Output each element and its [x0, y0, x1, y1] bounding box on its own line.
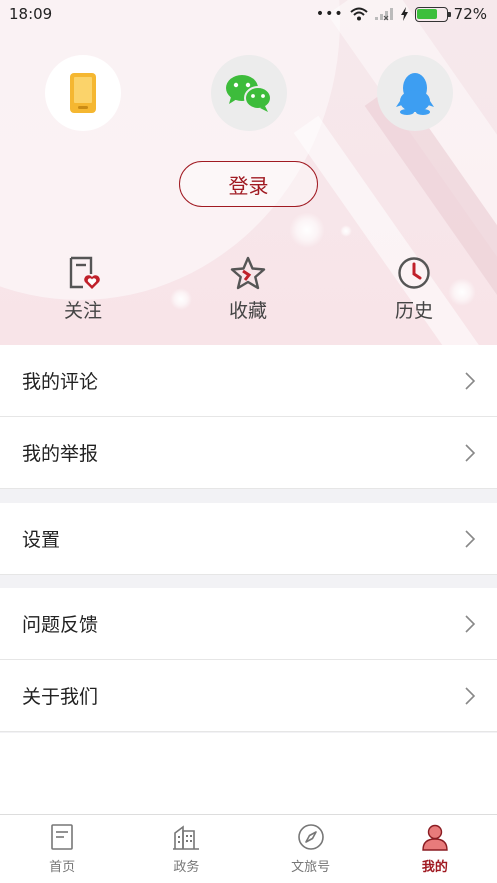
- menu-item-my-reports[interactable]: 我的举报: [0, 417, 497, 489]
- menu-item-label: 关于我们: [22, 686, 99, 708]
- sparkle-decoration: [170, 288, 192, 310]
- menu-group-about: 问题反馈 关于我们: [0, 588, 497, 732]
- menu-group-settings: 设置: [0, 503, 497, 575]
- quick-link-favorites[interactable]: 收藏: [198, 256, 298, 323]
- chevron-right-icon: [465, 529, 476, 548]
- chevron-right-icon: [465, 686, 476, 705]
- star-icon: [230, 256, 266, 290]
- menu-item-about-us[interactable]: 关于我们: [0, 660, 497, 732]
- qq-icon: [396, 73, 434, 115]
- building-icon: [173, 825, 200, 850]
- chevron-right-icon: [465, 443, 476, 462]
- login-button-label: 登录: [228, 173, 269, 198]
- battery-icon: [414, 6, 451, 22]
- qq-login-button[interactable]: [377, 55, 453, 131]
- menu-item-feedback[interactable]: 问题反馈: [0, 588, 497, 660]
- phone-login-button[interactable]: [45, 55, 121, 131]
- tab-label: 我的: [421, 860, 448, 875]
- tab-label: 首页: [49, 860, 76, 875]
- bottom-tab-bar: 首页 政务 文旅号 我的: [0, 814, 497, 883]
- charging-icon: [400, 7, 408, 21]
- sparkle-decoration: [340, 225, 352, 237]
- quick-link-follow[interactable]: 关注: [33, 256, 133, 323]
- document-icon: [51, 824, 73, 850]
- tab-home[interactable]: 首页: [0, 815, 124, 883]
- wifi-icon: [349, 7, 368, 21]
- compass-icon: [297, 824, 324, 850]
- menu-item-settings[interactable]: 设置: [0, 503, 497, 575]
- user-icon: [422, 824, 448, 851]
- status-time: 18:09: [9, 5, 53, 23]
- chevron-right-icon: [465, 614, 476, 633]
- tab-mine[interactable]: 我的: [373, 815, 497, 883]
- tab-label: 政务: [173, 860, 200, 875]
- wechat-login-button[interactable]: [211, 55, 287, 131]
- tab-government[interactable]: 政务: [124, 815, 248, 883]
- clock-icon: [398, 257, 430, 289]
- quick-link-history[interactable]: 历史: [364, 256, 464, 323]
- chevron-right-icon: [465, 371, 476, 390]
- content-background: [0, 733, 497, 815]
- wechat-icon: [226, 75, 272, 112]
- menu-group-user: 我的评论 我的举报: [0, 345, 497, 489]
- header-decoration: [0, 0, 340, 300]
- menu-item-label: 我的评论: [22, 371, 99, 393]
- tab-culture-tourism[interactable]: 文旅号: [249, 815, 373, 883]
- quick-link-label: 历史: [394, 300, 433, 322]
- quick-link-label: 关注: [63, 300, 102, 322]
- signal-icon: [374, 8, 393, 21]
- battery-percent: 72%: [453, 5, 487, 23]
- follow-icon: [69, 256, 100, 289]
- menu-item-label: 问题反馈: [22, 614, 99, 636]
- menu-item-my-comments[interactable]: 我的评论: [0, 345, 497, 417]
- login-button[interactable]: 登录: [179, 161, 318, 207]
- tab-label: 文旅号: [291, 860, 331, 875]
- more-dots-icon: •••: [315, 6, 344, 22]
- menu-item-label: 设置: [22, 529, 61, 551]
- status-bar: 18:09 ••• 72%: [0, 0, 497, 30]
- menu-item-label: 我的举报: [22, 443, 99, 465]
- phone-icon: [70, 73, 96, 113]
- sparkle-decoration: [289, 212, 325, 248]
- quick-link-label: 收藏: [228, 300, 267, 322]
